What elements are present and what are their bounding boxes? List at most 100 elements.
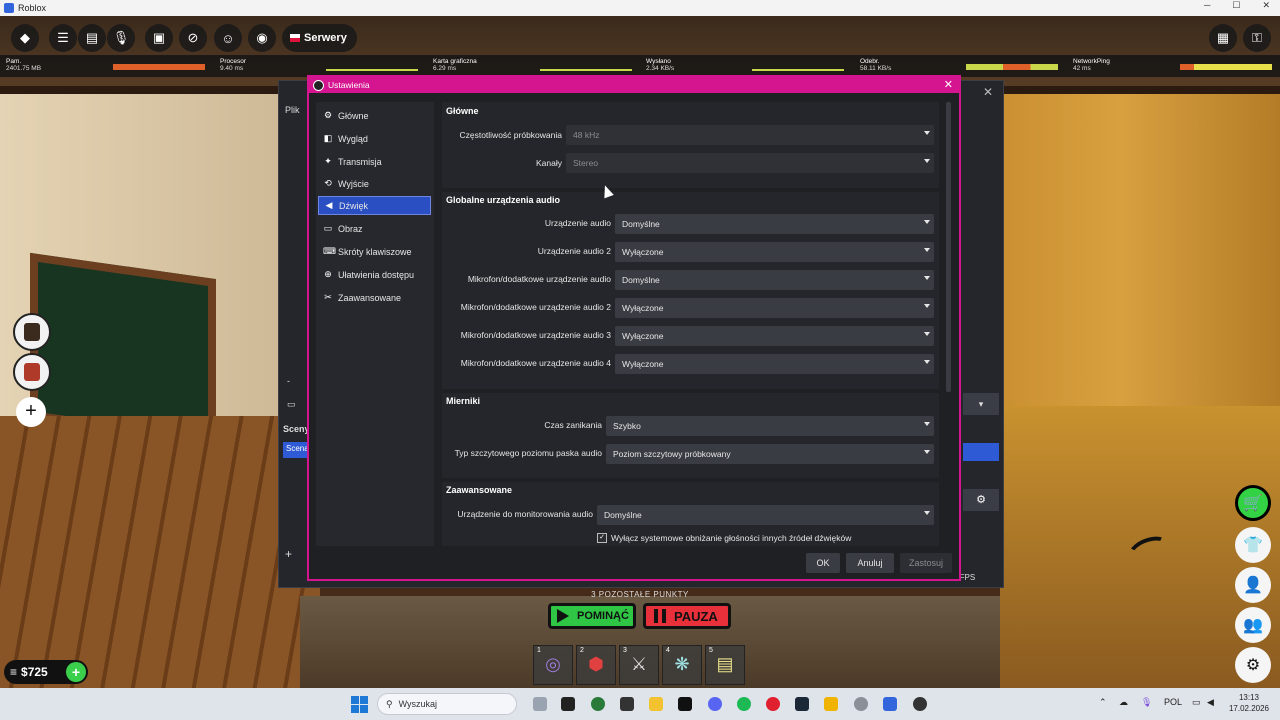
- camera-button[interactable]: ◉: [248, 24, 276, 52]
- sidebar-item-general[interactable]: ⚙ Główne: [318, 106, 431, 125]
- settings-sidebar: ⚙ Główne ◧ Wygląd ✦ Transmisja ⟲ Wyjście ◀ Dź…: [316, 102, 434, 546]
- key-button[interactable]: ⚿: [1243, 24, 1271, 52]
- audio-device-2-select[interactable]: Wyłączone: [615, 242, 934, 262]
- decay-label: Czas zanikania: [544, 420, 602, 430]
- player-avatar-1[interactable]: [13, 313, 51, 351]
- obs-right-selected-item[interactable]: [963, 443, 999, 461]
- scene-list-item[interactable]: Scena: [283, 442, 309, 458]
- discord-icon[interactable]: [708, 697, 722, 711]
- pause-button[interactable]: PAUZA: [643, 603, 731, 629]
- settings-app-icon[interactable]: [854, 697, 868, 711]
- sidebar-item-appearance[interactable]: ◧ Wygląd: [318, 129, 431, 148]
- avatar-icon: [24, 363, 40, 381]
- mic-device-1-select[interactable]: Domyślne: [615, 270, 934, 290]
- apply-button[interactable]: Zastosuj: [900, 553, 952, 573]
- audio-device-1-select[interactable]: Domyślne: [615, 214, 934, 234]
- obs-close-icon[interactable]: ✕: [983, 85, 993, 99]
- game-settings-button[interactable]: ⚙: [1235, 647, 1271, 683]
- player-avatar-2[interactable]: [13, 353, 51, 391]
- sample-rate-select[interactable]: 48 kHz: [566, 125, 934, 145]
- taskbar-clock[interactable]: 13:13 17.02.2026: [1224, 692, 1274, 714]
- profile-button[interactable]: 👤: [1235, 567, 1271, 603]
- backpack-button[interactable]: ▣: [145, 24, 173, 52]
- steam-icon[interactable]: [795, 697, 809, 711]
- chevron-up-icon[interactable]: ⌃: [1099, 697, 1107, 708]
- sidebar-item-audio[interactable]: ◀ Dźwięk: [318, 196, 431, 215]
- store-icon[interactable]: [620, 697, 634, 711]
- microphone-button[interactable]: 🎙: [107, 24, 135, 52]
- friends-button[interactable]: 👥: [1235, 607, 1271, 643]
- hotbar-slot-1[interactable]: 1 ◎: [533, 645, 573, 685]
- monitoring-device-select[interactable]: Domyślne: [597, 505, 934, 525]
- shop-button[interactable]: 🛒: [1235, 485, 1271, 521]
- mic-device-3-select[interactable]: Wyłączone: [615, 326, 934, 346]
- hotbar-slot-2[interactable]: 2 ⬢: [576, 645, 616, 685]
- opera-icon[interactable]: [766, 697, 780, 711]
- hotbar-slot-4[interactable]: 4 ❋: [662, 645, 702, 685]
- obs-right-dropdown[interactable]: ▾: [963, 393, 999, 415]
- obs-source-icon[interactable]: ▭: [287, 399, 296, 410]
- minimize-icon[interactable]: ─: [1204, 0, 1210, 11]
- keyboard-icon: ⌨: [323, 246, 336, 256]
- peak-meter-select[interactable]: Poziom szczytowy próbkowany: [606, 444, 934, 464]
- roblox-menu-button[interactable]: ◆: [11, 24, 39, 52]
- add-player-button[interactable]: +: [16, 397, 46, 427]
- mic-device-2-select[interactable]: Wyłączone: [615, 298, 934, 318]
- inventory-button[interactable]: ▦: [1209, 24, 1237, 52]
- hamburger-menu-button[interactable]: ☰: [49, 24, 77, 52]
- network-icon[interactable]: ▭: [1192, 697, 1201, 708]
- mic-device-4-select[interactable]: Wyłączone: [615, 354, 934, 374]
- sidebar-item-output[interactable]: ⟲ Wyjście: [318, 174, 431, 193]
- close-icon[interactable]: ✕: [1262, 0, 1270, 11]
- obs-gear-icon[interactable]: ⚙: [963, 489, 999, 511]
- channels-label: Kanały: [536, 158, 562, 168]
- sidebar-item-advanced[interactable]: ✂ Zaawansowane: [318, 288, 431, 307]
- spotify-icon[interactable]: [737, 697, 751, 711]
- obs-taskbar-icon[interactable]: [913, 697, 927, 711]
- language-indicator[interactable]: POL: [1164, 697, 1182, 707]
- outfit-button[interactable]: 👕: [1235, 527, 1271, 563]
- hotbar-slot-3[interactable]: 3 ⚔: [619, 645, 659, 685]
- audio-device-2-label: Urządzenie audio 2: [537, 246, 611, 256]
- obs-minus-label[interactable]: -: [287, 376, 290, 386]
- skip-button[interactable]: POMINĄĆ: [548, 603, 636, 629]
- servers-button[interactable]: Serwery: [282, 24, 357, 52]
- sidebar-item-video[interactable]: ▭ Obraz: [318, 219, 431, 238]
- roblox-logo-icon: ◆: [20, 30, 30, 45]
- sidebar-item-hotkeys[interactable]: ⌨ Skróty klawiszowe: [318, 242, 431, 261]
- mic-device-4-label: Mikrofon/dodatkowe urządzenie audio 4: [460, 358, 611, 368]
- cancel-button[interactable]: Anuluj: [846, 553, 894, 573]
- mute-button[interactable]: ⊘: [179, 24, 207, 52]
- hotbar-slot-5[interactable]: 5 ▤: [705, 645, 745, 685]
- tiktok-icon[interactable]: [678, 697, 692, 711]
- file-explorer-icon[interactable]: [649, 697, 663, 711]
- emote-button[interactable]: ☺: [214, 24, 242, 52]
- settings-dialog: Ustawienia ✕ ⚙ Główne ◧ Wygląd ✦ Transmisja…: [307, 75, 961, 581]
- roblox-app-icon[interactable]: [883, 697, 897, 711]
- volume-icon[interactable]: ◀: [1207, 697, 1214, 708]
- microphone-tray-icon[interactable]: 🎙: [1141, 697, 1152, 708]
- cloud-icon[interactable]: ☁: [1119, 697, 1128, 708]
- windows-start-icon[interactable]: [351, 696, 368, 713]
- stat-sent-graph: [752, 69, 844, 71]
- settings-close-icon[interactable]: ✕: [944, 78, 953, 91]
- roblox-studio-icon[interactable]: [561, 697, 575, 711]
- edge-icon[interactable]: [591, 697, 605, 711]
- taskbar-search[interactable]: ⚲ Wyszukaj: [377, 693, 517, 715]
- person-icon: 👤: [1243, 577, 1263, 594]
- settings-content: Główne Częstotliwość próbkowania 48 kHz …: [442, 102, 939, 546]
- channels-select[interactable]: Stereo: [566, 153, 934, 173]
- add-scene-button[interactable]: +: [285, 547, 292, 561]
- rockstar-icon[interactable]: [824, 697, 838, 711]
- decay-select[interactable]: Szybko: [606, 416, 934, 436]
- task-view-icon[interactable]: [533, 697, 547, 711]
- sidebar-item-accessibility[interactable]: ⊕ Ułatwienia dostępu: [318, 265, 431, 284]
- maximize-icon[interactable]: ☐: [1232, 0, 1240, 11]
- menu-file[interactable]: Plik: [285, 105, 300, 115]
- ducking-checkbox[interactable]: ✓: [597, 533, 607, 543]
- chat-button[interactable]: ▤: [78, 24, 106, 52]
- sidebar-item-stream[interactable]: ✦ Transmisja: [318, 152, 431, 171]
- ok-button[interactable]: OK: [806, 553, 840, 573]
- settings-scrollbar[interactable]: [946, 102, 951, 392]
- add-money-button[interactable]: +: [66, 662, 86, 682]
